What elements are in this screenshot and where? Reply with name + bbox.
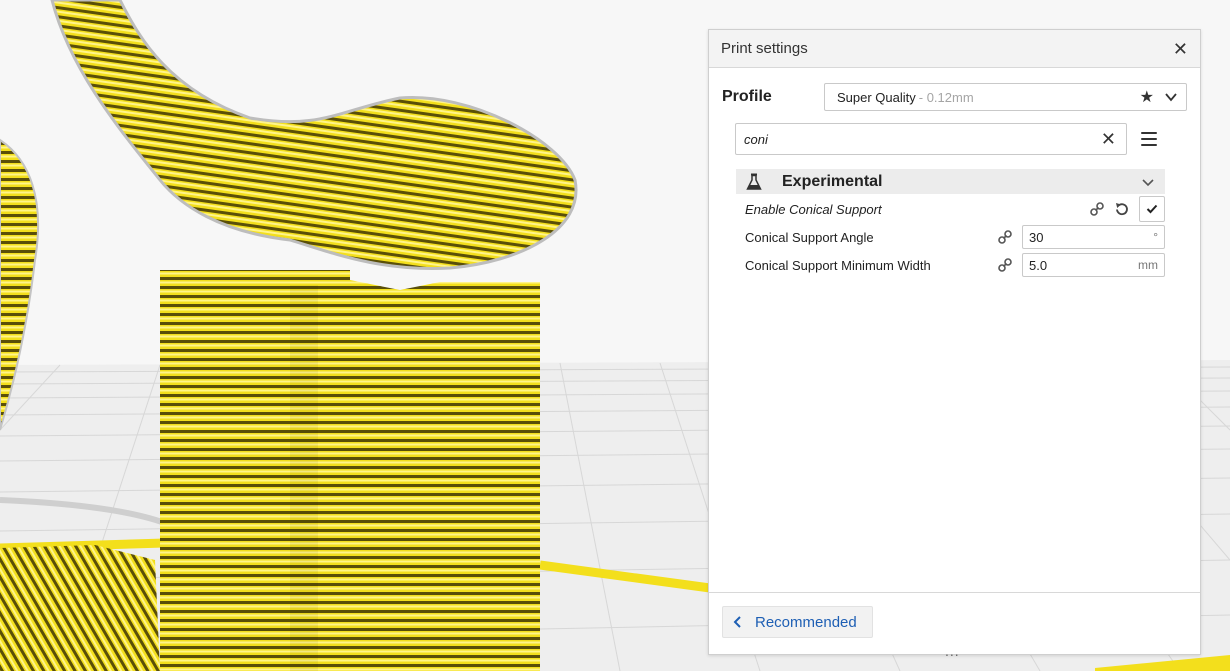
setting-conical-support-minimum-width: Conical Support Minimum Width 5.0 mm	[745, 253, 1165, 277]
profile-row: Profile Super Quality - 0.12mm ★	[722, 82, 1187, 112]
setting-label: Enable Conical Support	[745, 201, 882, 217]
reset-icon[interactable]	[1114, 202, 1129, 217]
category-experimental[interactable]: Experimental	[736, 169, 1165, 194]
flask-icon	[746, 173, 762, 190]
printed-column	[160, 270, 540, 671]
chevron-down-icon[interactable]	[1141, 175, 1155, 189]
print-settings-panel: Print settings ✕ Profile Super Quality -…	[708, 29, 1201, 658]
checkmark-icon	[1146, 204, 1158, 214]
printed-block	[0, 545, 160, 671]
link-icon	[998, 258, 1012, 272]
enable-conical-support-checkbox[interactable]	[1139, 196, 1165, 222]
setting-label: Conical Support Minimum Width	[745, 257, 931, 273]
link-icon	[998, 230, 1012, 244]
profile-dropdown[interactable]: Super Quality - 0.12mm ★	[824, 83, 1187, 111]
star-icon[interactable]: ★	[1140, 87, 1154, 107]
footer-divider	[709, 592, 1200, 593]
link-icon	[1090, 202, 1104, 216]
chevron-left-icon	[733, 616, 741, 628]
hamburger-menu-icon[interactable]	[1141, 132, 1157, 146]
clear-search-icon[interactable]: ✕	[1101, 129, 1116, 150]
conical-support-angle-field[interactable]: 30 °	[1022, 225, 1165, 249]
close-icon[interactable]: ✕	[1173, 40, 1188, 58]
settings-search-input[interactable]	[742, 130, 1101, 148]
conical-support-minimum-width-field[interactable]: 5.0 mm	[1022, 253, 1165, 277]
setting-enable-conical-support: Enable Conical Support	[745, 196, 1165, 222]
column-shadow	[290, 285, 318, 671]
field-unit: °	[1153, 230, 1158, 244]
recommended-label: Recommended	[755, 613, 857, 631]
setting-conical-support-angle: Conical Support Angle 30 °	[745, 225, 1165, 249]
panel-title: Print settings	[721, 40, 808, 57]
setting-label: Conical Support Angle	[745, 229, 874, 245]
field-value: 30	[1029, 229, 1044, 245]
settings-search-row: ✕	[735, 123, 1179, 155]
profile-label: Profile	[722, 88, 772, 105]
settings-search-box: ✕	[735, 123, 1127, 155]
panel-resize-handle[interactable]: ...	[945, 644, 960, 658]
field-value: 5.0	[1029, 257, 1048, 273]
recommended-button[interactable]: Recommended	[722, 606, 873, 638]
profile-layer-height: - 0.12mm	[918, 89, 974, 105]
profile-name: Super Quality	[837, 89, 916, 105]
category-label: Experimental	[782, 172, 883, 190]
chevron-down-icon[interactable]	[1164, 90, 1178, 104]
field-unit: mm	[1138, 258, 1158, 272]
panel-header: Print settings ✕	[709, 30, 1200, 68]
